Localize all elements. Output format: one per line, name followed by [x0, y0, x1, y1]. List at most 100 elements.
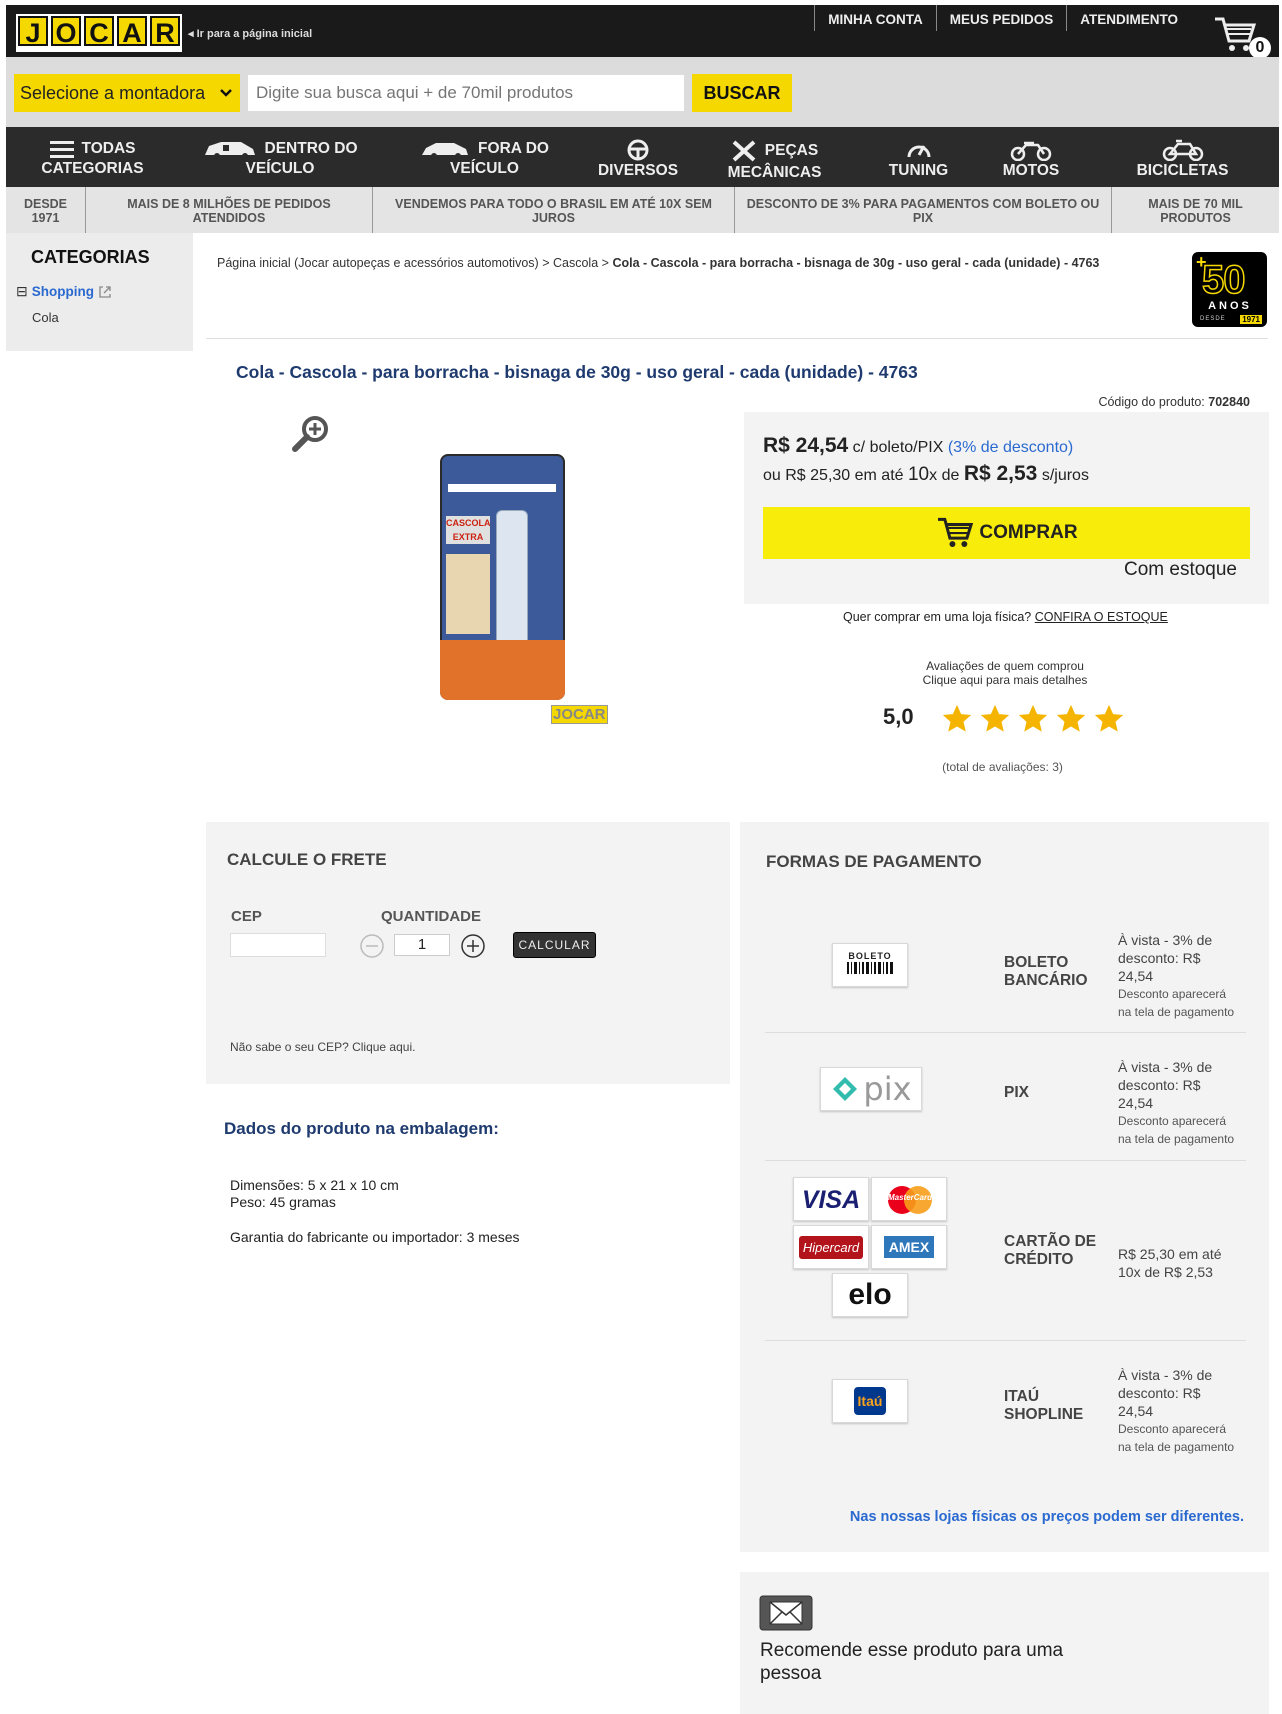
barcode-icon — [847, 962, 893, 974]
nav-diversos[interactable]: DIVERSOS — [588, 127, 688, 187]
nav-label: DIVERSOS — [597, 162, 679, 179]
nav-inside-vehicle[interactable]: DENTRO DO VEÍCULO — [179, 127, 381, 187]
installment-suffix: s/juros — [1037, 467, 1089, 484]
star-icon — [1056, 704, 1086, 732]
watermark-logo: JOCAR — [551, 705, 608, 724]
badge-since-label: DESDE — [1200, 316, 1226, 322]
boleto-logo-text: BOLETO — [848, 951, 892, 961]
hipercard-logo: Hipercard — [793, 1225, 869, 1269]
bicycle-icon — [1162, 139, 1203, 161]
nav-label: PEÇAS — [764, 142, 819, 159]
cep-help-link[interactable]: Não sabe o seu CEP? Clique aqui. — [230, 1040, 415, 1054]
nav-bicycles[interactable]: BICICLETAS — [1086, 127, 1279, 187]
recommend-text[interactable]: Recomende esse produto para uma pessoa — [760, 1639, 1063, 1685]
payment-name-line: PIX — [1004, 1084, 1029, 1101]
divider — [206, 338, 1268, 339]
nav-label: FORA DO — [478, 140, 549, 157]
check-stock-link[interactable]: CONFIRA O ESTOQUE — [1035, 610, 1168, 624]
payment-desc-line: desconto: R$ — [1118, 950, 1201, 966]
installment-count: 10 — [907, 464, 930, 485]
logo-letter: A — [117, 16, 147, 48]
payment-title: FORMAS DE PAGAMENTO — [766, 852, 982, 871]
product-code-value: 702840 — [1208, 395, 1250, 409]
external-link-icon — [99, 285, 111, 298]
boleto-logo: BOLETO — [832, 943, 908, 987]
payment-desc-line: desconto: R$ — [1118, 1077, 1201, 1093]
package-bottom — [440, 640, 565, 700]
recommend-line: pessoa — [760, 1663, 822, 1684]
payment-name-line: SHOPLINE — [1004, 1406, 1084, 1423]
nav-outside-vehicle[interactable]: FORA DO VEÍCULO — [381, 127, 588, 187]
payment-desc-line: À vista - 3% de — [1118, 1059, 1213, 1075]
calculate-button[interactable]: CALCULAR — [513, 932, 596, 958]
cart-button[interactable]: 0 — [1209, 13, 1271, 59]
elo-logo: elo — [832, 1273, 908, 1317]
zoom-icon[interactable] — [290, 413, 332, 455]
payment-desc-line: À vista - 3% de — [1118, 1367, 1213, 1383]
nav-all-categories[interactable]: TODAS CATEGORIAS — [6, 127, 179, 187]
collapse-icon[interactable]: ⊟ — [16, 283, 28, 300]
jocar-logo[interactable]: J O C A R — [16, 14, 182, 52]
nav-motos[interactable]: MOTOS — [976, 127, 1086, 187]
payment-note: Desconto aparecerá — [1118, 1114, 1227, 1128]
payment-name-line: ITAÚ — [1004, 1388, 1040, 1405]
steering-wheel-icon — [627, 139, 649, 161]
breadcrumb-separator: > — [542, 256, 550, 270]
benefit-text: JUROS — [531, 211, 576, 225]
plus-icon[interactable] — [460, 933, 486, 959]
minus-icon[interactable] — [359, 933, 385, 959]
sidebar-item-cola[interactable]: Cola — [32, 310, 59, 325]
reviews-subtitle: Clique aqui para mais detalhes — [922, 673, 1088, 687]
support-link[interactable]: ATENDIMENTO — [1066, 5, 1191, 31]
buy-button[interactable]: COMPRAR — [763, 507, 1250, 559]
mail-icon[interactable] — [759, 1595, 813, 1631]
rating-score: 5,0 — [883, 704, 914, 729]
payment-desc-line: 24,54 — [1118, 968, 1154, 984]
breadcrumb-category[interactable]: Cascola — [553, 256, 598, 270]
my-orders-link[interactable]: MEUS PEDIDOS — [935, 5, 1067, 31]
badge-anos: ANOS — [1208, 300, 1252, 312]
sidebar-item-shopping[interactable]: ⊟ Shopping — [16, 283, 112, 300]
search-button[interactable]: BUSCAR — [692, 74, 792, 112]
payment-name-line: CARTÃO DE — [1004, 1233, 1097, 1250]
reviews-header[interactable]: Avaliações de quem comprou Clique aqui pa… — [860, 659, 1150, 687]
brand-select[interactable]: Selecione a montadora — [14, 74, 240, 112]
nav-label: MECÂNICAS — [727, 164, 822, 181]
breadcrumb: Página inicial (Jocar autopeças e acessó… — [217, 256, 1207, 270]
product-code-label: Código do produto: — [1098, 395, 1205, 409]
cep-input[interactable] — [230, 933, 326, 957]
nav-label: MOTOS — [1002, 162, 1060, 179]
search-input[interactable] — [247, 74, 685, 112]
price-box: R$ 24,54 c/ boleto/PIX (3% de desconto) … — [744, 412, 1269, 604]
nav-label: TODAS — [81, 140, 136, 157]
benefits-strip: DESDE 1971 MAIS DE 8 MILHÕES DE PEDIDOS AT… — [6, 187, 1279, 233]
installment-prefix: ou R$ 25,30 em até — [763, 467, 908, 484]
sidebar-title: CATEGORIAS — [31, 247, 150, 267]
price-main: R$ 24,54 — [763, 434, 849, 457]
product-code: Código do produto: 702840 — [1000, 395, 1250, 409]
payment-name-line: BOLETO — [1004, 954, 1069, 971]
product-image[interactable]: CASCOLA EXTRA — [440, 454, 565, 700]
breadcrumb-home[interactable]: Página inicial (Jocar autopeças e acessó… — [217, 256, 539, 270]
nav-label: BICICLETAS — [1136, 162, 1229, 179]
category-nav: TODAS CATEGORIAS DENTRO DO VEÍCULO FORA … — [6, 127, 1279, 187]
amex-logo: AMEX — [871, 1225, 947, 1269]
home-link-label: Ir para a página inicial — [196, 28, 313, 40]
my-account-link[interactable]: MINHA CONTA — [814, 5, 936, 31]
chevron-down-icon — [220, 89, 232, 97]
watermark-text: JOCAR — [551, 705, 608, 724]
star-icon — [1094, 704, 1124, 732]
payment-desc-line: 10x de R$ 2,53 — [1118, 1264, 1213, 1280]
recommend-box[interactable]: Recomende esse produto para uma pessoa — [740, 1572, 1269, 1714]
discount-text: (3% de desconto) — [947, 439, 1074, 456]
nav-tuning[interactable]: TUNING — [861, 127, 976, 187]
payment-row-boleto: BOLETO BOLETO BANCÁRIO À vista - 3% de des… — [765, 922, 1246, 1033]
nav-mechanical-parts[interactable]: PEÇAS MECÂNICAS — [688, 127, 861, 187]
payment-name-line: BANCÁRIO — [1004, 972, 1088, 989]
package-photos — [446, 554, 490, 634]
payment-note: na tela de pagamento — [1118, 1440, 1235, 1454]
quantity-input[interactable]: 1 — [394, 934, 450, 956]
benefit-text: DESCONTO DE 3% PARA PAGAMENTOS COM BOLET… — [746, 197, 1100, 211]
star-icon — [980, 704, 1010, 732]
home-link[interactable]: ◂ Ir para a página inicial — [188, 27, 312, 40]
